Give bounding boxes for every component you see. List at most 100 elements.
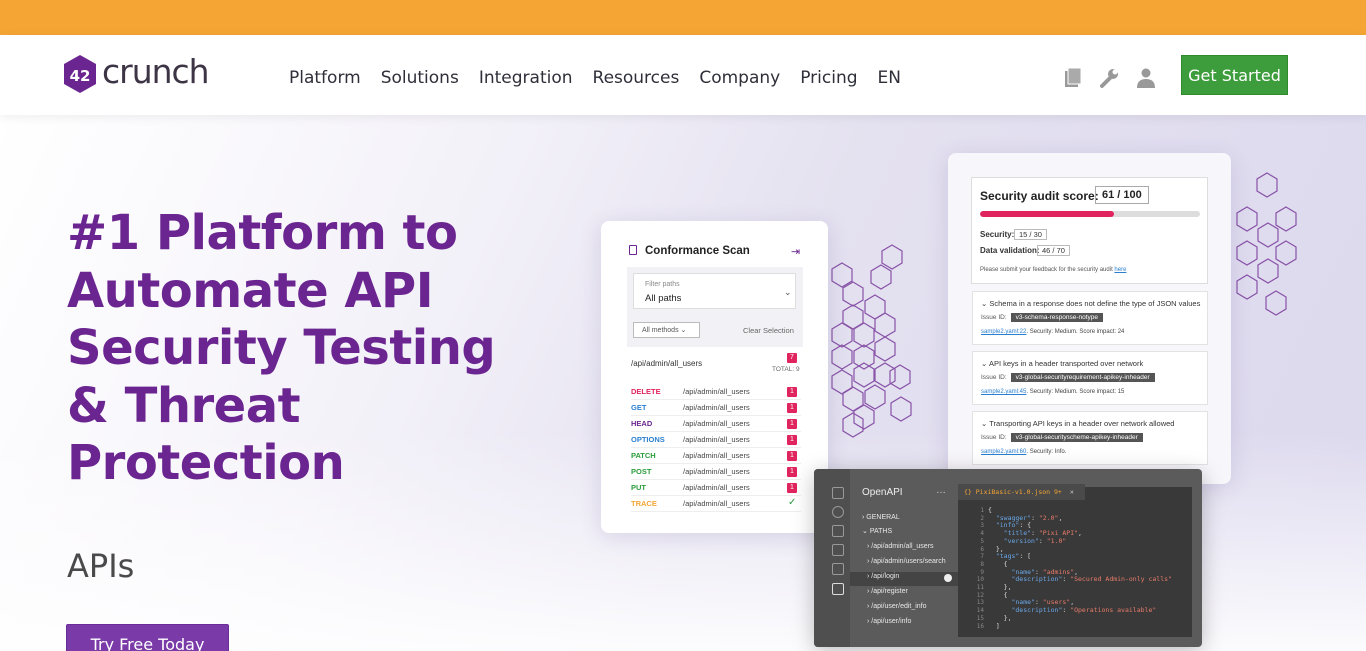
logo-mark: 42	[70, 67, 91, 85]
chevron-down-icon: ⌄	[784, 287, 792, 297]
scan-path: /api/admin/all_users	[631, 359, 703, 368]
share-icon[interactable]	[832, 525, 844, 537]
scan-row[interactable]: PATCH/api/admin/all_users 1	[631, 448, 801, 464]
filter-paths-select[interactable]: Filter paths All paths ⌄	[633, 273, 796, 309]
tree-item[interactable]: › /api/admin/all_users	[867, 543, 934, 550]
logo-hex-icon: 42	[64, 55, 96, 93]
close-tab-icon[interactable]: ✕	[1070, 488, 1074, 496]
debug-icon[interactable]	[832, 544, 844, 556]
method-label: HEAD	[631, 419, 653, 428]
extensions-icon[interactable]	[832, 563, 844, 575]
conformance-title: Conformance Scan	[645, 245, 750, 257]
openapi-editor: OpenAPI … › GENERAL ⌄ PATHS › /api/admin/a…	[814, 469, 1202, 647]
editor-tab[interactable]: {} PixiBasic-v1.0.json 9+ ✕	[958, 484, 1085, 500]
nav-company[interactable]: Company	[699, 68, 780, 88]
row-path: /api/admin/all_users	[683, 451, 750, 460]
issue-title: ⌄ Transporting API keys in a header over…	[981, 419, 1175, 428]
collapse-panel-icon[interactable]: ⇥	[791, 245, 800, 258]
check-icon: ✓	[788, 497, 797, 508]
tree-item[interactable]: › /api/admin/users/search	[867, 558, 946, 565]
try-free-button[interactable]: Try Free Today	[66, 624, 229, 651]
nav-resources[interactable]: Resources	[593, 68, 680, 88]
row-issue-badge: 1	[787, 435, 797, 445]
hero-section: #1 Platform to Automate API Security Tes…	[0, 115, 1366, 651]
issue-title: ⌄ Schema in a response does not define t…	[981, 299, 1201, 308]
headline-line-5: Protection	[67, 435, 345, 491]
get-started-button[interactable]: Get Started	[1181, 55, 1288, 95]
main-navigation: 42 crunch Platform Solutions Integration…	[0, 35, 1366, 115]
method-label: DELETE	[631, 387, 661, 396]
issue-title: ⌄ API keys in a header transported over …	[981, 359, 1144, 368]
audit-issue[interactable]: ⌄ Transporting API keys in a header over…	[972, 411, 1208, 465]
issue-file-link[interactable]: sample2.yaml:60	[981, 449, 1026, 455]
feedback-link[interactable]: here	[1114, 267, 1126, 273]
issue-id-badge: v3-schema-response-notype	[1010, 313, 1104, 322]
book-icon[interactable]	[1063, 67, 1083, 89]
row-path: /api/admin/all_users	[683, 435, 750, 444]
methods-value: All methods	[642, 327, 679, 334]
method-label: GET	[631, 403, 647, 412]
feedback-text: Please submit your feedback for the secu…	[980, 267, 1127, 273]
tree-item[interactable]: › /api/user/info	[867, 618, 911, 625]
issue-meta: sample2.yaml:22. Security: Medium. Score…	[981, 329, 1125, 335]
tree-item[interactable]: › /api/login	[867, 573, 899, 580]
method-label: POST	[631, 467, 652, 476]
scan-row[interactable]: OPTIONS/api/admin/all_users 1	[631, 432, 801, 448]
scan-row[interactable]: PUT/api/admin/all_users 1	[631, 480, 801, 496]
nav-solutions[interactable]: Solutions	[381, 68, 459, 88]
tree-item[interactable]: ⌄ PATHS	[862, 527, 892, 535]
methods-select[interactable]: All methods ⌄	[633, 322, 700, 338]
user-icon[interactable]	[1136, 67, 1156, 89]
hero-subhead: APIs	[67, 547, 135, 585]
clear-selection-link[interactable]: Clear Selection	[743, 326, 794, 335]
issue-file-link[interactable]: sample2.yaml:22	[981, 329, 1026, 335]
method-label: TRACE	[631, 499, 657, 508]
row-path: /api/admin/all_users	[683, 499, 750, 508]
row-path: /api/admin/all_users	[683, 483, 750, 492]
tree-item[interactable]: › /api/register	[867, 588, 908, 595]
headline-line-2: Automate API	[67, 262, 434, 319]
audit-title: Security audit score:	[980, 189, 1099, 203]
search-icon[interactable]	[832, 506, 844, 518]
nav-pricing[interactable]: Pricing	[800, 68, 857, 88]
audit-summary: Security audit score: 61 / 100 Security:…	[971, 177, 1208, 284]
filter-label: Filter paths	[645, 281, 680, 288]
headline-line-3: Security Testing	[67, 320, 496, 376]
validation-value: 46 / 70	[1037, 245, 1070, 256]
headline-line-1: #1 Platform to	[67, 205, 458, 261]
issue-id: Issue ID: v3-global-securityscheme-apikey…	[981, 433, 1143, 442]
add-icon[interactable]	[944, 574, 952, 582]
activity-bar	[814, 469, 850, 647]
validation-label: Data validation:	[980, 246, 1040, 255]
nav-platform[interactable]: Platform	[289, 68, 361, 88]
tree-item[interactable]: › GENERAL	[862, 514, 900, 521]
method-label: OPTIONS	[631, 435, 665, 444]
wrench-icon[interactable]	[1099, 67, 1119, 89]
api-icon[interactable]	[832, 583, 844, 595]
method-label: PUT	[631, 483, 646, 492]
tree-item[interactable]: › /api/user/edit_info	[867, 603, 927, 610]
scan-row[interactable]: TRACE/api/admin/all_users ✓	[631, 496, 801, 512]
top-accent-bar	[0, 0, 1366, 35]
issue-file-link[interactable]: sample2.yaml:45	[981, 389, 1026, 395]
scan-row[interactable]: DELETE/api/admin/all_users 1	[631, 384, 801, 400]
explorer-title: OpenAPI	[862, 487, 903, 498]
audit-score-fill	[980, 211, 1115, 217]
logo-text: crunch	[102, 52, 210, 91]
logo[interactable]: 42 crunch	[62, 54, 212, 96]
row-path: /api/admin/all_users	[683, 467, 750, 476]
row-path: /api/admin/all_users	[683, 403, 750, 412]
audit-issue[interactable]: ⌄ API keys in a header transported over …	[972, 351, 1208, 405]
issue-meta: sample2.yaml:60. Security: Info.	[981, 449, 1067, 455]
audit-issue[interactable]: ⌄ Schema in a response does not define t…	[972, 291, 1208, 345]
scan-row[interactable]: POST/api/admin/all_users 1	[631, 464, 801, 480]
method-label: PATCH	[631, 451, 656, 460]
scan-row[interactable]: HEAD/api/admin/all_users 1	[631, 416, 801, 432]
more-icon[interactable]: …	[936, 485, 946, 496]
files-icon[interactable]	[832, 487, 844, 499]
scan-row[interactable]: GET/api/admin/all_users 1	[631, 400, 801, 416]
filter-panel: Filter paths All paths ⌄ All methods ⌄ C…	[627, 267, 803, 347]
nav-language[interactable]: EN	[878, 68, 901, 88]
code-content: { "swagger": "2.0", "info": { "title": "…	[988, 506, 1172, 630]
nav-integration[interactable]: Integration	[479, 68, 573, 88]
